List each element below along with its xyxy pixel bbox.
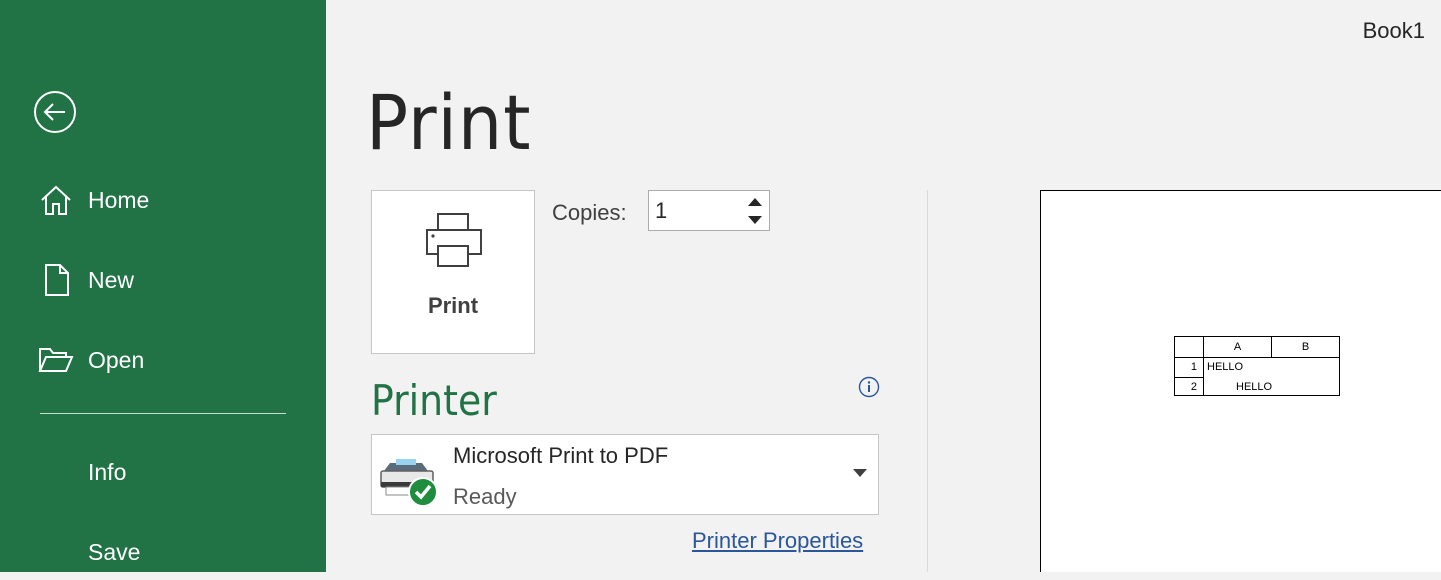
printer-status: Ready bbox=[453, 484, 517, 509]
nav-info[interactable]: Info bbox=[0, 444, 326, 500]
print-button[interactable]: Print bbox=[371, 190, 535, 354]
print-button-label: Print bbox=[427, 293, 479, 318]
printer-properties-link[interactable]: Printer Properties bbox=[692, 528, 863, 554]
preview-row-number: 2 bbox=[1190, 381, 1197, 393]
nav-home-label: Home bbox=[88, 186, 150, 213]
grid-line bbox=[1175, 357, 1339, 358]
copies-input[interactable] bbox=[649, 191, 739, 230]
preview-cell-a2: HELLO bbox=[1236, 381, 1273, 393]
printer-ready-icon bbox=[380, 459, 438, 507]
chevron-down-icon bbox=[853, 469, 867, 477]
preview-sheet-table: A B 1 2 HELLO HELLO bbox=[1174, 336, 1340, 396]
print-preview-page: A B 1 2 HELLO HELLO bbox=[1040, 190, 1441, 572]
triangle-up-icon bbox=[748, 198, 762, 206]
copies-decrement-button[interactable] bbox=[745, 211, 765, 229]
nav-open[interactable]: Open bbox=[0, 332, 326, 388]
nav-save-label: Save bbox=[88, 538, 141, 565]
nav-open-label: Open bbox=[88, 346, 145, 373]
home-icon bbox=[38, 182, 74, 218]
new-document-icon bbox=[38, 262, 74, 298]
back-arrow-circle-icon bbox=[34, 91, 76, 133]
grid-line bbox=[1175, 377, 1203, 378]
preview-col-header: B bbox=[1301, 341, 1310, 353]
nav-new[interactable]: New bbox=[0, 252, 326, 308]
sidebar-divider bbox=[40, 413, 286, 414]
triangle-down-icon bbox=[748, 216, 762, 224]
printer-section-heading: Printer bbox=[371, 376, 497, 425]
backstage-sidebar: Home New Open Info Save bbox=[0, 0, 326, 572]
back-button[interactable] bbox=[33, 90, 76, 133]
open-folder-icon bbox=[38, 342, 74, 378]
copies-stepper bbox=[648, 190, 770, 231]
pane-divider bbox=[927, 190, 928, 572]
info-icon[interactable] bbox=[858, 376, 880, 398]
nav-new-label: New bbox=[88, 266, 135, 293]
preview-cell-a1: HELLO bbox=[1207, 361, 1244, 373]
document-title: Book1 bbox=[1362, 18, 1425, 43]
copies-increment-button[interactable] bbox=[745, 193, 765, 211]
page-title: Print bbox=[366, 78, 532, 167]
copies-label: Copies: bbox=[552, 200, 627, 225]
preview-col-header: A bbox=[1233, 341, 1242, 353]
printer-name: Microsoft Print to PDF bbox=[453, 443, 669, 468]
nav-info-label: Info bbox=[88, 458, 127, 485]
nav-home[interactable]: Home bbox=[0, 172, 326, 228]
printer-icon bbox=[426, 213, 482, 267]
printer-dropdown[interactable]: Microsoft Print to PDF Ready bbox=[371, 434, 879, 515]
preview-row-number: 1 bbox=[1190, 361, 1197, 373]
